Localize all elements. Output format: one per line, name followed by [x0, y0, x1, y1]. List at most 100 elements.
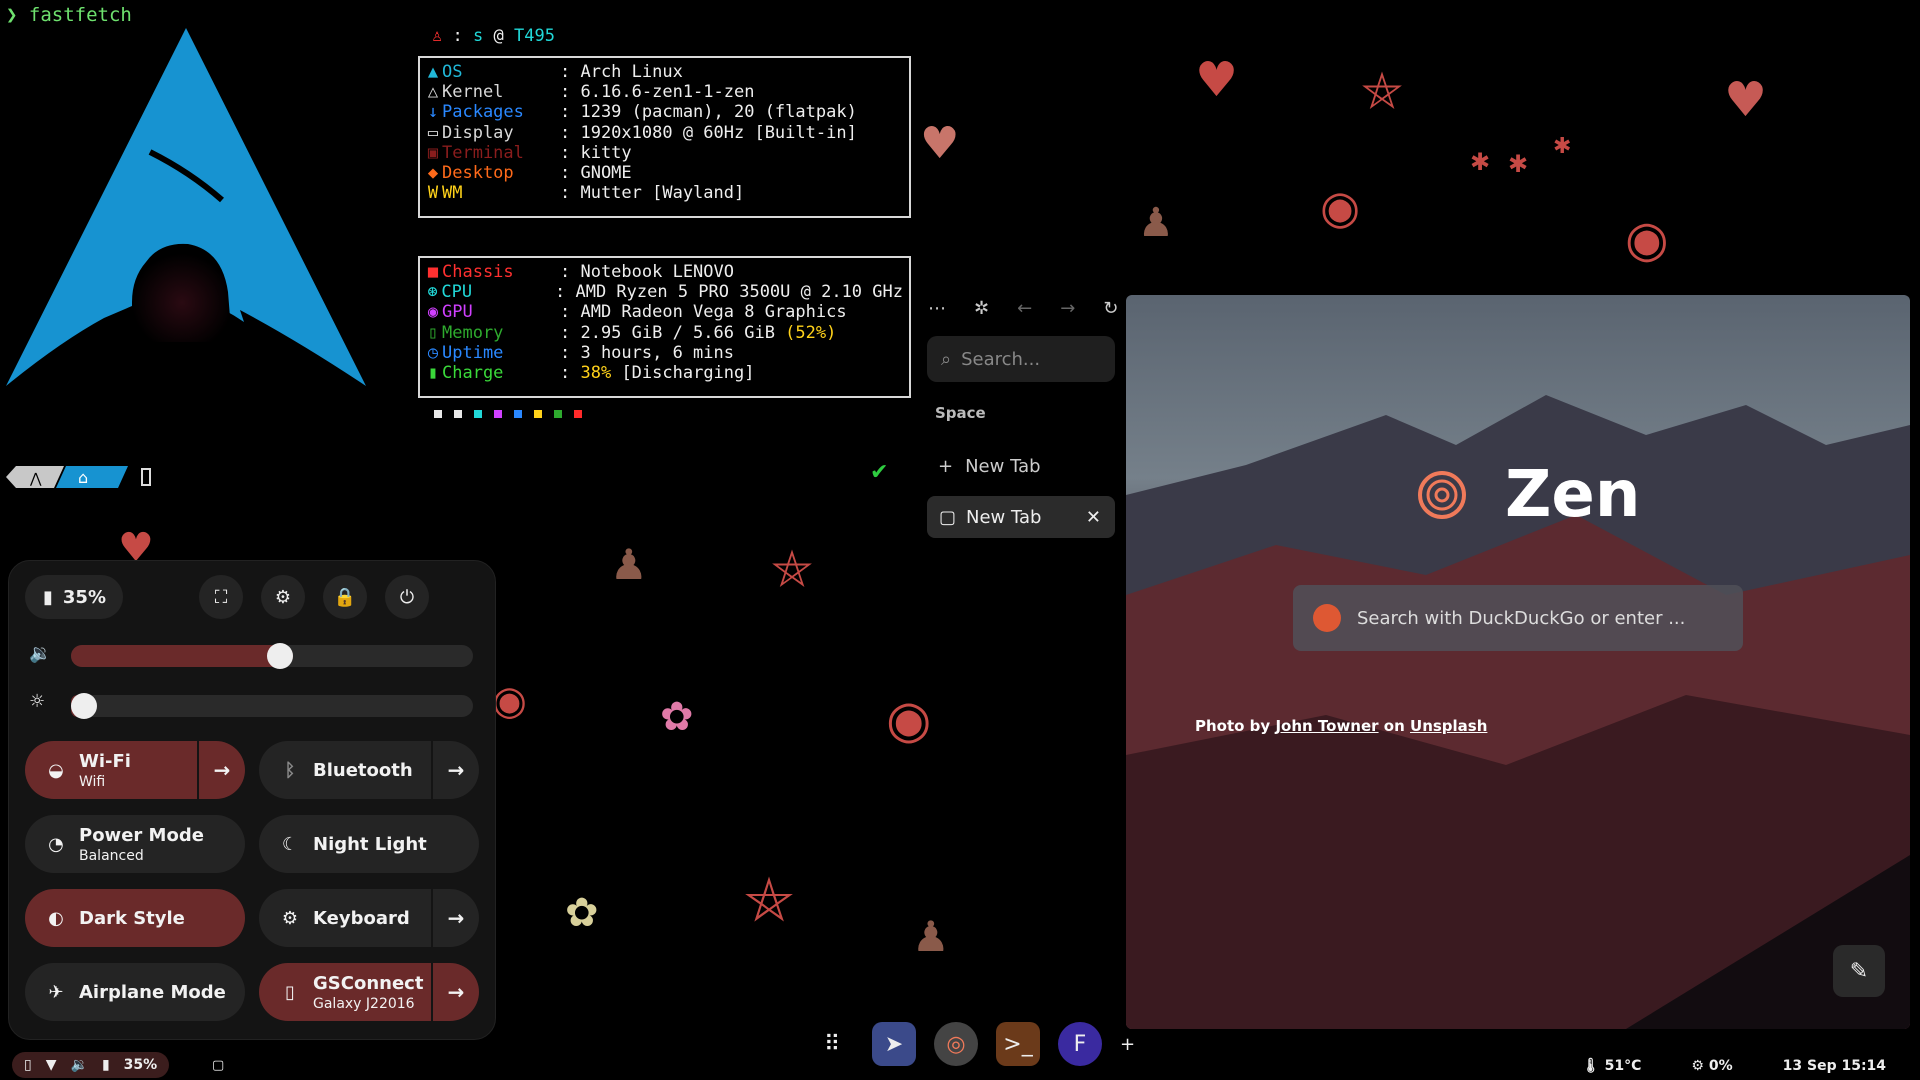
workspace-indicator[interactable]: ⋀ ⌂	[4, 466, 164, 488]
power-mode-toggle[interactable]: ◔ Power Mode Balanced	[25, 815, 245, 873]
fastfetch-row: ▭ Display: 1920x1080 @ 60Hz [Built-in]	[424, 123, 903, 143]
gsconnect-sub: Galaxy J22016	[313, 995, 415, 1012]
fastfetch-value: : AMD Ryzen 5 PRO 3500U @ 2.10 GHz	[555, 282, 903, 303]
user-icon: ♙	[432, 26, 443, 46]
moon-icon: ☾	[281, 833, 299, 855]
add-icon[interactable]: +	[1120, 1034, 1135, 1055]
status-bar-right: 🌡 51°C ⚙ 0% 13 Sep 15:14	[1582, 1058, 1886, 1074]
airplane-icon: ✈	[48, 981, 64, 1003]
bottom-tray[interactable]: ▯ ▼ 🔉 ▮ 35%	[12, 1052, 170, 1078]
clipboard-icon[interactable]: ▢	[212, 1058, 224, 1073]
fastfetch-key: Kernel	[442, 82, 504, 103]
app-grid-icon: ⠿	[823, 1031, 841, 1057]
gsconnect-menu-arrow[interactable]: →	[431, 963, 479, 1021]
dock-app-files[interactable]: ➤	[872, 1022, 916, 1066]
wifi-toggle[interactable]: ◒ Wi-Fi Wifi →	[25, 741, 245, 799]
heart-icon: ♥	[920, 118, 960, 169]
browser-content	[1126, 295, 1910, 1029]
browser-search-input[interactable]: Search with DuckDuckGo or enter ...	[1293, 585, 1743, 651]
fastfetch-row-icon: ◆	[427, 163, 439, 184]
extensions-icon[interactable]: ✲	[974, 298, 989, 319]
cpu-icon: ⚙	[1691, 1058, 1704, 1074]
new-tab-button[interactable]: + New Tab	[938, 456, 1041, 477]
wifi-icon: ◒	[48, 759, 64, 781]
palette-swatch	[494, 410, 502, 418]
battery-percent: 35%	[123, 1057, 158, 1073]
keyboard-toggle[interactable]: ⚙ Keyboard →	[259, 889, 479, 947]
power-button[interactable]: ⏻	[385, 575, 429, 619]
bluetooth-icon: ᛒ	[284, 759, 296, 781]
screenshot-button[interactable]: ⛶	[199, 575, 243, 619]
pentagram-icon: ⛤	[745, 865, 793, 935]
fastfetch-row-icon: ⊛	[427, 282, 438, 303]
fastfetch-value: : AMD Radeon Vega 8 Graphics	[560, 302, 847, 323]
fastfetch-row: ◉ GPU: AMD Radeon Vega 8 Graphics	[424, 302, 903, 322]
fastfetch-row-icon: ▯	[427, 322, 439, 343]
night-light-toggle[interactable]: ☾ Night Light	[259, 815, 479, 873]
fastfetch-key: Charge	[442, 363, 504, 384]
browser-search-placeholder: Search with DuckDuckGo or enter ...	[1357, 607, 1686, 629]
fastfetch-value: : 1920x1080 @ 60Hz [Built-in]	[560, 122, 857, 143]
thermometer-icon: 🌡	[1582, 1058, 1600, 1074]
fastfetch-value: : 6.16.6-zen1-1-zen	[560, 82, 755, 103]
credit-site-link[interactable]: Unsplash	[1410, 717, 1487, 735]
cpu-value: 0%	[1708, 1058, 1733, 1074]
eye-icon: ◉	[492, 678, 527, 724]
dock-app-kitty[interactable]: >_	[996, 1022, 1040, 1066]
fastfetch-row-icon: W	[427, 183, 439, 204]
settings-button[interactable]: ⚙	[261, 575, 305, 619]
user-sep: :	[452, 26, 463, 46]
volume-fill	[71, 645, 293, 667]
bluetooth-toggle[interactable]: ᛒ Bluetooth →	[259, 741, 479, 799]
tab-active[interactable]: ▢ New Tab ✕	[927, 496, 1115, 538]
edit-button[interactable]: ✎	[1833, 945, 1885, 997]
credit-on: on	[1383, 717, 1405, 735]
battery-status: ▮ 35%	[25, 575, 123, 619]
dark-style-toggle[interactable]: ◐ Dark Style	[25, 889, 245, 947]
airplane-mode-toggle[interactable]: ✈ Airplane Mode	[25, 963, 245, 1021]
kitty-app-icon: >_	[1003, 1031, 1033, 1057]
brightness-slider[interactable]	[71, 693, 473, 719]
keyboard-menu-arrow[interactable]: →	[431, 889, 479, 947]
app-grid-button[interactable]: ⠿	[810, 1022, 854, 1066]
dock-app-zen[interactable]: ◎	[934, 1022, 978, 1066]
arch-logo	[6, 28, 366, 386]
gsconnect-toggle[interactable]: ▯ GSConnect Galaxy J22016 →	[259, 963, 479, 1021]
back-icon[interactable]: ←	[1017, 298, 1032, 319]
wifi-menu-arrow[interactable]: →	[197, 741, 245, 799]
broken-heart-icon: ♥	[1195, 52, 1239, 108]
palette-swatch	[434, 410, 442, 418]
more-icon[interactable]: ⋯	[928, 298, 946, 319]
fastfetch-row: ⊛ CPU: AMD Ryzen 5 PRO 3500U @ 2.10 GHz	[424, 282, 903, 302]
character-sprite: ♟	[912, 912, 950, 961]
palette-swatch	[574, 410, 582, 418]
power-mode-label: Power Mode	[79, 824, 204, 846]
volume-slider[interactable]	[71, 643, 473, 669]
clock[interactable]: 13 Sep 15:14	[1783, 1058, 1886, 1074]
fastfetch-key: Desktop	[442, 163, 514, 184]
wifi-icon: ▼	[45, 1057, 57, 1073]
volume-icon: 🔉	[29, 643, 52, 664]
check-icon: ✔	[870, 460, 889, 485]
zen-app-icon: ◎	[946, 1031, 966, 1057]
credit-author-link[interactable]: John Towner	[1275, 717, 1378, 735]
temperature: 🌡 51°C	[1582, 1058, 1641, 1074]
fastfetch-row: ◷ Uptime: 3 hours, 6 mins	[424, 343, 903, 363]
fastfetch-row-icon: ▭	[427, 122, 439, 143]
mountain-wallpaper	[1126, 395, 1910, 1029]
close-icon[interactable]: ✕	[1086, 507, 1101, 528]
sidebar-search[interactable]: ⌕ Search...	[927, 336, 1115, 382]
volume-knob[interactable]	[267, 643, 293, 669]
duckduckgo-icon	[1313, 604, 1341, 632]
color-palette	[434, 410, 582, 418]
new-tab-label: New Tab	[965, 456, 1041, 477]
dock-app-fedora[interactable]: F	[1058, 1022, 1102, 1066]
lock-button[interactable]: 🔒	[323, 575, 367, 619]
brightness-knob[interactable]	[71, 693, 97, 719]
reload-icon[interactable]: ↻	[1103, 298, 1118, 319]
fastfetch-row: W WM: Mutter [Wayland]	[424, 183, 903, 203]
fastfetch-value: : GNOME	[560, 163, 632, 184]
forward-icon[interactable]: →	[1060, 298, 1075, 319]
bluetooth-menu-arrow[interactable]: →	[431, 741, 479, 799]
fastfetch-user-line: ♙ : s @ T495	[432, 26, 555, 46]
